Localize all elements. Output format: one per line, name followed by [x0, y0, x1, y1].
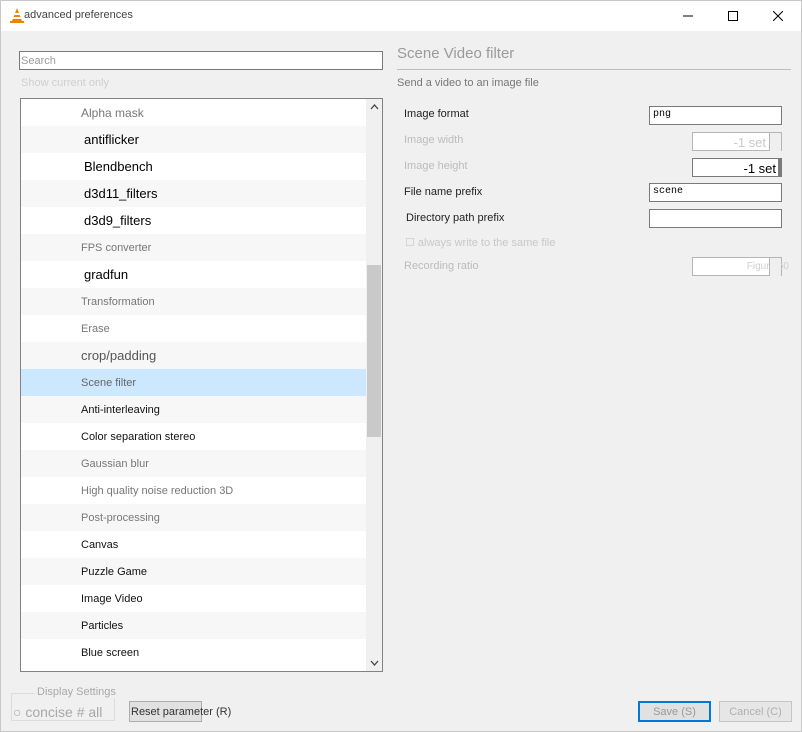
tree-item[interactable]: Post-processing — [21, 504, 366, 531]
scroll-up-button[interactable] — [366, 99, 382, 115]
tree-item[interactable]: d3d11_filters — [21, 180, 366, 207]
image-height-label: Image height — [404, 160, 468, 172]
tree-item-label: antiflicker — [84, 132, 139, 147]
display-settings-label: Display Settings — [35, 686, 118, 698]
file-prefix-label: File name prefix — [404, 186, 483, 198]
image-height-spinbox[interactable]: -1 set — [692, 158, 782, 177]
module-tree[interactable]: Alpha mask antiflicker Blendbench d3d11_fil… — [20, 98, 383, 672]
tree-item[interactable]: Blendbench — [21, 153, 366, 180]
tree-item-label: Anti-interleaving — [81, 403, 160, 416]
chevron-up-icon — [370, 104, 378, 110]
tree-item[interactable]: d3d9_filters — [21, 207, 366, 234]
image-format-label: Image format — [404, 108, 469, 120]
image-width-label: Image width — [404, 134, 464, 146]
tree-item-label: Blendbench — [84, 159, 153, 174]
tree-item[interactable]: Anti-interleaving — [21, 396, 366, 423]
tree-item-label: Erase — [81, 322, 110, 335]
close-button[interactable] — [755, 1, 801, 31]
recording-ratio-spinbox[interactable]: Figure 50 — [692, 257, 789, 276]
tree-item-label: d3d9_filters — [84, 213, 152, 228]
tree-item[interactable]: Blue screen — [21, 639, 366, 666]
tree-item-label: Transformation — [81, 295, 155, 308]
tree-scrollbar[interactable] — [366, 99, 382, 671]
tree-item[interactable]: Gaussian blur — [21, 450, 366, 477]
recording-ratio-value: Figure 50 — [746, 261, 789, 272]
preferences-window: advanced preferences Show current only A… — [0, 0, 802, 732]
close-icon — [773, 11, 783, 21]
image-width-value: -1 set — [733, 135, 766, 150]
tree-item[interactable]: Canvas — [21, 531, 366, 558]
panel-description: Send a video to an image file — [397, 77, 539, 89]
tree-item[interactable]: FPS converter — [21, 234, 366, 261]
display-mode-radios[interactable]: ○ concise # all — [13, 704, 102, 720]
maximize-button[interactable] — [710, 1, 756, 31]
maximize-icon — [728, 11, 738, 21]
tree-item[interactable]: Erase — [21, 315, 366, 342]
always-write-checkbox[interactable]: ☐ always write to the same file — [405, 236, 555, 249]
image-format-input[interactable]: png — [649, 106, 782, 125]
tree-item-label: Post-processing — [81, 511, 160, 524]
always-write-label: always write to the same file — [417, 237, 556, 249]
tree-item-label: Gaussian blur — [81, 457, 149, 470]
scroll-down-button[interactable] — [366, 655, 382, 671]
recording-ratio-spin-arrows[interactable] — [769, 258, 781, 276]
tree-item-label: Blue screen — [81, 646, 140, 659]
tree-item-label: Scene filter — [81, 376, 137, 389]
minimize-icon — [683, 15, 693, 17]
tree-item[interactable]: Particles — [21, 612, 366, 639]
tree-item-label: Image Video — [81, 592, 143, 605]
window-title: advanced preferences — [24, 9, 133, 21]
show-current-only-label[interactable]: Show current only — [21, 77, 109, 89]
tree-item-label: Canvas — [81, 538, 119, 551]
tree-item-label: Color separation stereo — [81, 430, 196, 443]
tree-item-label: Alpha mask — [81, 105, 144, 120]
dir-prefix-label: Directory path prefix — [406, 212, 505, 224]
tree-item[interactable]: Color separation stereo — [21, 423, 366, 450]
recording-ratio-label: Recording ratio — [404, 260, 479, 272]
cancel-button[interactable]: Cancel (C) — [719, 701, 792, 722]
dir-prefix-input[interactable] — [649, 209, 782, 228]
tree-item-label: gradfun — [84, 267, 129, 282]
search-input[interactable] — [19, 51, 383, 70]
tree-item[interactable]: crop/padding — [21, 342, 366, 369]
panel-title: Scene Video filter — [397, 45, 515, 62]
image-width-spin-arrows[interactable] — [769, 133, 781, 151]
tree-item-label: FPS converter — [81, 241, 152, 254]
tree-item-label: d3d11_filters — [84, 186, 158, 201]
scroll-thumb[interactable] — [367, 265, 381, 437]
module-list: Alpha mask antiflicker Blendbench d3d11_fil… — [21, 99, 366, 666]
panel-divider — [397, 69, 791, 70]
image-width-spinbox[interactable]: -1 set — [692, 132, 782, 151]
image-height-spin-arrows[interactable] — [778, 159, 781, 177]
tree-item[interactable]: Puzzle Game — [21, 558, 366, 585]
reset-parameter-button[interactable]: Reset parameter (R) — [129, 701, 231, 722]
tree-item[interactable]: Alpha mask — [21, 99, 366, 126]
tree-item-label: High quality noise reduction 3D — [81, 484, 234, 497]
vlc-cone-icon — [10, 8, 24, 23]
tree-item[interactable]: Scene filter — [21, 369, 366, 396]
tree-item[interactable]: High quality noise reduction 3D — [21, 477, 366, 504]
image-height-value: -1 set — [743, 161, 776, 176]
tree-item-label: Particles — [81, 619, 124, 632]
tree-item[interactable]: Image Video — [21, 585, 366, 612]
minimize-button[interactable] — [665, 1, 711, 31]
save-button[interactable]: Save (S) — [638, 701, 711, 722]
tree-item[interactable]: gradfun — [21, 261, 366, 288]
tree-item[interactable]: antiflicker — [21, 126, 366, 153]
file-prefix-input[interactable]: scene — [649, 183, 782, 202]
chevron-down-icon — [370, 660, 378, 666]
title-bar: advanced preferences — [1, 1, 801, 31]
tree-item[interactable]: Transformation — [21, 288, 366, 315]
tree-item-label: Puzzle Game — [81, 565, 148, 578]
tree-item-label: crop/padding — [81, 348, 157, 363]
